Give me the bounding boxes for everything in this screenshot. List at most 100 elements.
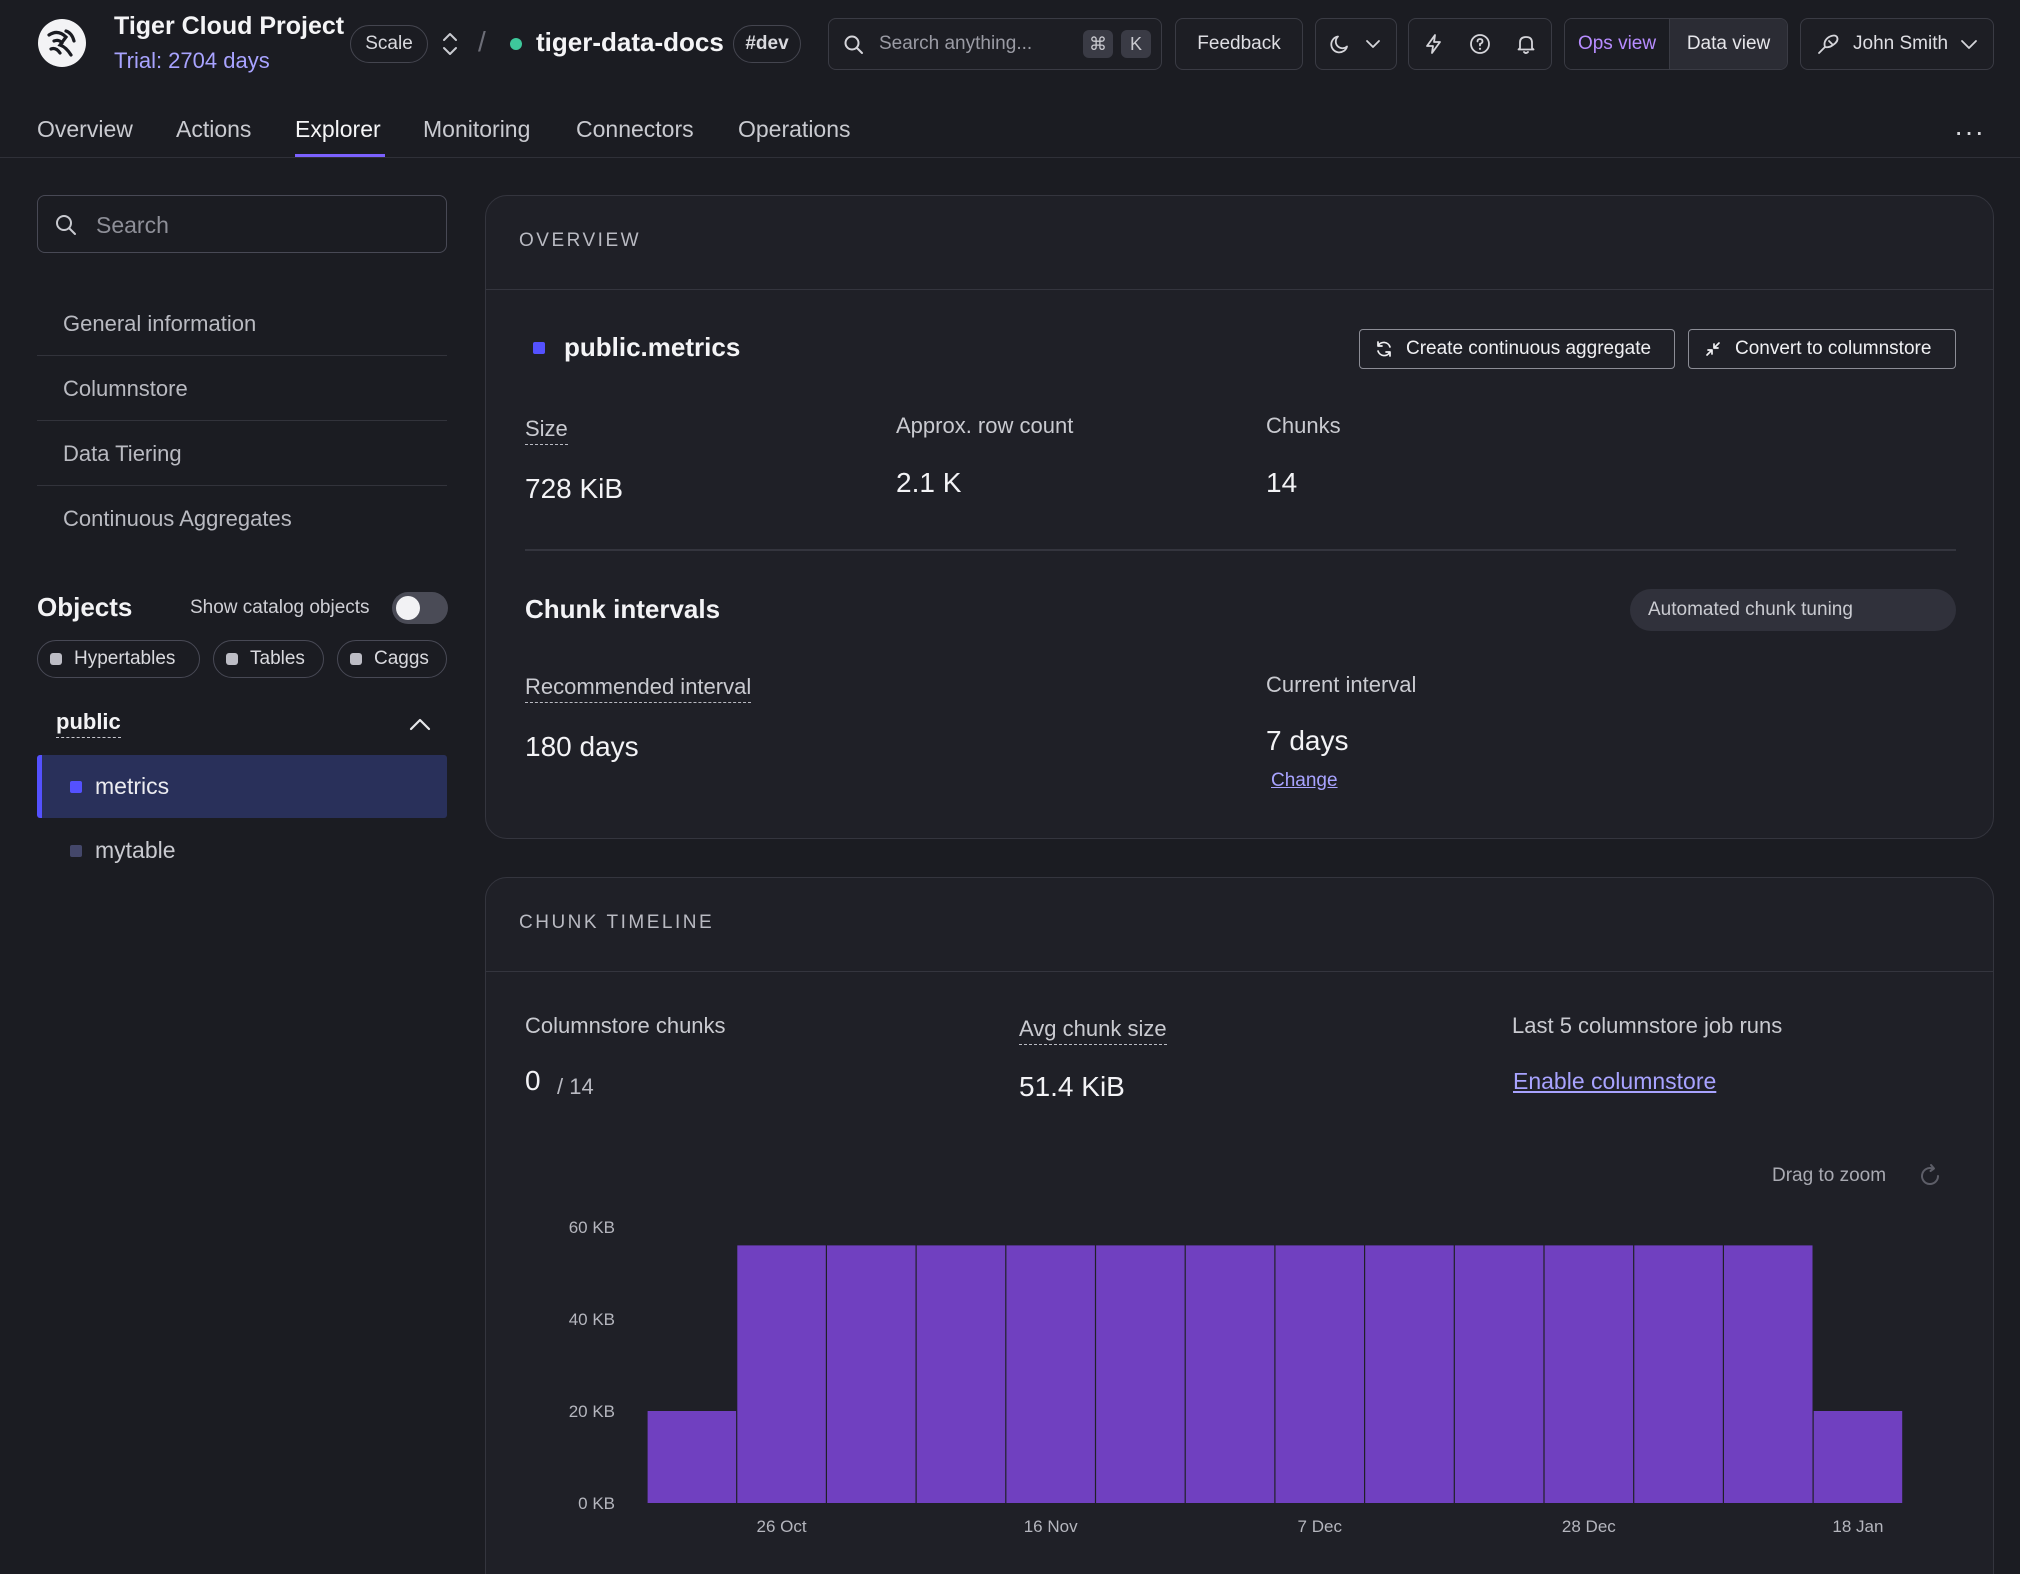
y-tick-label: 20 KB [569,1402,615,1421]
chevron-up-icon[interactable] [408,714,432,734]
sidebar-item-continuous-aggregates[interactable]: Continuous Aggregates [37,486,447,551]
chunk-bar[interactable] [1185,1245,1275,1503]
chunk-bar[interactable] [1365,1245,1454,1503]
breadcrumb-separator: / [478,26,486,57]
bell-icon[interactable] [1514,32,1538,56]
sidebar-search-input[interactable]: Search [37,195,447,253]
overview-section-title: OVERVIEW [519,230,642,251]
y-tick-label: 40 KB [569,1310,615,1329]
sidebar-item-general-information[interactable]: General information [37,291,447,356]
tab-monitoring[interactable]: Monitoring [423,116,530,143]
table-item-mytable[interactable]: mytable [37,819,447,882]
tab-connectors[interactable]: Connectors [576,116,694,143]
shortcut-key: K [1121,30,1151,58]
table-square-icon [533,342,545,354]
recommended-interval-value: 180 days [525,731,639,762]
objects-heading: Objects [37,592,133,622]
size-label[interactable]: Size [525,416,568,445]
current-interval-label: Current interval [1266,672,1417,697]
lightning-icon[interactable] [1422,32,1446,56]
schema-name[interactable]: public [56,709,121,738]
sidebar-item-label: General information [63,311,257,336]
chip-label: Hypertables [74,648,176,669]
trial-status: Trial: 2704 days [114,48,270,73]
chevron-up-down-icon[interactable] [440,30,460,58]
more-options-icon[interactable]: ··· [1954,116,1985,148]
create-continuous-aggregate-button[interactable]: Create continuous aggregate [1359,329,1675,369]
chunk-bar[interactable] [1634,1245,1723,1503]
refresh-icon [1377,341,1391,357]
x-tick-label: 16 Nov [1024,1517,1078,1536]
active-tab-indicator [295,154,385,157]
show-catalog-toggle[interactable] [392,592,448,624]
row-count-label: Approx. row count [896,413,1074,438]
overview-divider [525,549,1956,551]
sidebar-item-columnstore[interactable]: Columnstore [37,356,447,421]
project-title[interactable]: Tiger Cloud Project [114,12,344,41]
main-nav-tabs: Overview Actions Explorer Monitoring Con… [0,100,2020,158]
service-name[interactable]: tiger-data-docs [536,27,724,58]
chip-square-icon [350,653,362,665]
table-item-metrics[interactable]: metrics [37,755,447,818]
moon-icon [1330,35,1348,54]
recommended-interval-label[interactable]: Recommended interval [525,674,752,703]
y-tick-label: 60 KB [569,1218,615,1237]
chunk-bar[interactable] [737,1245,826,1503]
tiger-logo-icon[interactable] [36,17,88,69]
table-name: public.metrics [564,332,741,362]
sidebar-item-label: Continuous Aggregates [63,506,292,531]
row-count-value: 2.1 K [896,467,962,498]
x-tick-label: 7 Dec [1298,1517,1343,1536]
header-icon-group [1408,18,1552,70]
tab-actions[interactable]: Actions [176,116,251,143]
filter-chip-caggs[interactable]: Caggs [337,640,447,678]
chunk-bar[interactable] [1006,1245,1095,1503]
global-search[interactable]: Search anything... ⌘ K [828,18,1162,70]
ops-view-option[interactable]: Ops view [1565,19,1671,69]
theme-toggle-button[interactable] [1315,18,1397,70]
filter-chip-tables[interactable]: Tables [213,640,324,678]
sidebar-item-label: Data Tiering [63,441,182,466]
convert-to-columnstore-button[interactable]: Convert to columnstore [1688,329,1956,369]
help-icon[interactable] [1468,32,1492,56]
chunks-label: Chunks [1266,413,1341,438]
sidebar-item-label: Columnstore [63,376,188,401]
tab-explorer[interactable]: Explorer [295,116,381,143]
chunk-bar[interactable] [647,1411,737,1503]
sidebar-search-placeholder: Search [96,212,169,238]
sidebar-item-data-tiering[interactable]: Data Tiering [37,421,447,486]
chunk-timeline-card: CHUNK TIMELINE Columnstore chunks 0 / 14… [485,877,1994,1574]
tab-overview[interactable]: Overview [37,116,133,143]
table-square-icon [70,781,82,793]
change-interval-link[interactable]: Change [1271,770,1338,792]
create-cagg-label: Create continuous aggregate [1406,338,1652,359]
chunk-bar[interactable] [916,1245,1006,1503]
chunk-bar[interactable] [827,1245,916,1503]
feedback-button[interactable]: Feedback [1175,18,1303,70]
search-icon [56,215,76,235]
chunks-value: 14 [1266,467,1298,498]
auto-tuning-label: Automated chunk tuning [1648,599,1853,620]
convert-label: Convert to columnstore [1735,338,1932,359]
chunk-bar[interactable] [1096,1245,1185,1503]
compress-icon [1706,342,1720,356]
chunk-bar[interactable] [1813,1411,1903,1503]
toggle-knob [396,596,420,620]
chunk-bar[interactable] [1454,1245,1544,1503]
search-icon [844,35,863,54]
chevron-down-icon [1366,40,1380,48]
table-item-label: mytable [95,837,176,863]
chunk-bar[interactable] [1275,1245,1365,1503]
automated-chunk-tuning: Automated chunk tuning [1630,589,1956,631]
user-menu-button[interactable]: John Smith [1800,18,1994,70]
top-bar: Tiger Cloud Project Trial: 2704 days Sca… [0,0,2020,88]
data-view-option[interactable]: Data view [1670,19,1787,69]
plan-badge: Scale [350,25,428,63]
chunk-bar[interactable] [1544,1245,1634,1503]
chunk-size-bar-chart[interactable]: 0 KB 20 KB 40 KB 60 KB 26 Oct 16 Nov 7 Dec 28 D… [486,878,1994,1574]
chip-square-icon [50,653,62,665]
filter-chip-hypertables[interactable]: Hypertables [37,640,200,678]
user-avatar-icon [1818,34,1839,54]
tab-operations[interactable]: Operations [738,116,851,143]
chunk-bar[interactable] [1724,1245,1813,1503]
